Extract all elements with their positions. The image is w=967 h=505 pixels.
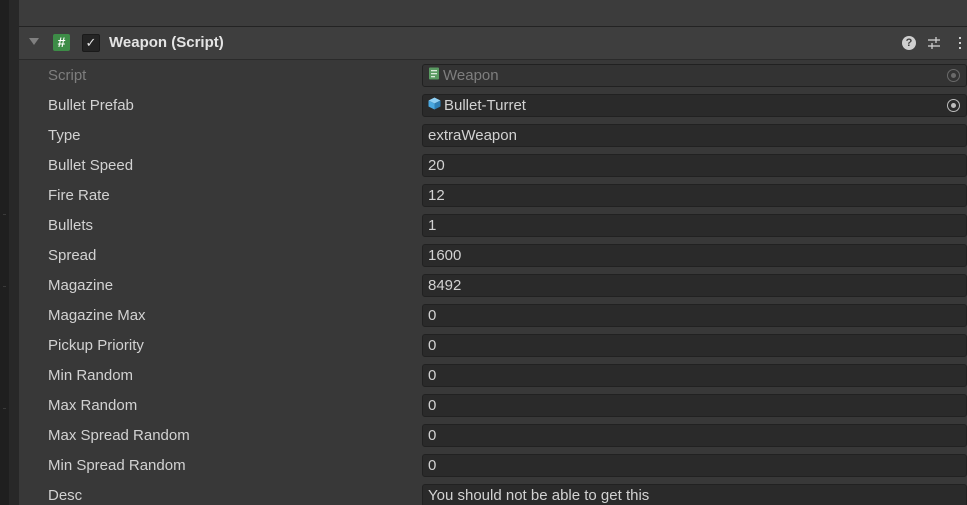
- property-row: Min Random 0: [19, 361, 967, 391]
- preset-icon[interactable]: [927, 36, 941, 50]
- value-field[interactable]: 0: [422, 454, 967, 477]
- property-label: Min Random: [48, 367, 134, 384]
- panel-tick: [3, 408, 6, 409]
- property-value: 0: [428, 307, 437, 324]
- panel-tick: [3, 286, 6, 287]
- property-value: 1: [428, 217, 437, 234]
- script-asset-icon: [428, 65, 440, 86]
- property-label: Fire Rate: [48, 187, 110, 204]
- property-label: Bullet Speed: [48, 157, 134, 174]
- value-field[interactable]: 0: [422, 364, 967, 387]
- property-value: 1600: [428, 247, 462, 264]
- script-icon: #: [53, 34, 70, 51]
- value-field[interactable]: 1600: [422, 244, 967, 267]
- property-row: Bullet Prefab Bullet-Turret: [19, 91, 967, 121]
- property-label: Desc: [48, 487, 83, 504]
- property-row: Pickup Priority 0: [19, 331, 967, 361]
- property-label: Bullets: [48, 217, 94, 234]
- property-value: 0: [428, 367, 437, 384]
- property-value: 8492: [428, 277, 462, 294]
- component-enabled-checkbox[interactable]: ✓: [82, 34, 100, 52]
- header-icons: ?: [902, 34, 967, 52]
- object-picker-icon: [947, 69, 960, 82]
- property-label: Spread: [48, 247, 97, 264]
- left-panel-edge: [0, 0, 9, 505]
- value-field[interactable]: 8492: [422, 274, 967, 297]
- property-row: Max Random 0: [19, 391, 967, 421]
- object-picker-icon[interactable]: [947, 99, 960, 112]
- help-icon[interactable]: ?: [902, 36, 916, 50]
- property-value: Weapon: [443, 67, 499, 84]
- inspector-panel: # ✓ Weapon (Script) ? Script Weapon Bullet…: [19, 27, 967, 505]
- property-label: Max Spread Random: [48, 427, 190, 444]
- property-row: Bullet Speed 20: [19, 151, 967, 181]
- property-label: Magazine Max: [48, 307, 146, 324]
- property-row: Max Spread Random 0: [19, 421, 967, 451]
- context-menu-icon[interactable]: [953, 36, 967, 50]
- property-row: Script Weapon: [19, 61, 967, 91]
- property-value: Bullet-Turret: [444, 97, 526, 114]
- property-value: 12: [428, 187, 445, 204]
- property-value: You should not be able to get this: [428, 487, 650, 504]
- property-value: 0: [428, 337, 437, 354]
- property-value: 0: [428, 397, 437, 414]
- property-label: Magazine: [48, 277, 114, 294]
- object-field[interactable]: Bullet-Turret: [422, 94, 967, 117]
- property-row: Spread 1600: [19, 241, 967, 271]
- property-label: Min Spread Random: [48, 457, 186, 474]
- property-label: Bullet Prefab: [48, 97, 134, 114]
- value-field[interactable]: 12: [422, 184, 967, 207]
- value-field[interactable]: extraWeapon: [422, 124, 967, 147]
- property-row: Fire Rate 12: [19, 181, 967, 211]
- property-label: Pickup Priority: [48, 337, 144, 354]
- property-value: 0: [428, 457, 437, 474]
- previous-component-area: [19, 0, 967, 27]
- property-value: 20: [428, 157, 445, 174]
- property-value: extraWeapon: [428, 127, 517, 144]
- property-row: Desc You should not be able to get this: [19, 481, 967, 505]
- object-field: Weapon: [422, 64, 967, 87]
- property-label: Max Random: [48, 397, 138, 414]
- inspector-margin: [9, 0, 19, 505]
- value-field[interactable]: 0: [422, 334, 967, 357]
- property-list: Script Weapon Bullet Prefab Bullet-Turret Ty…: [19, 61, 967, 505]
- property-row: Magazine 8492: [19, 271, 967, 301]
- value-field[interactable]: 20: [422, 154, 967, 177]
- property-row: Magazine Max 0: [19, 301, 967, 331]
- value-field[interactable]: 0: [422, 394, 967, 417]
- value-field[interactable]: 1: [422, 214, 967, 237]
- foldout-arrow-icon[interactable]: [29, 38, 39, 45]
- value-field[interactable]: You should not be able to get this: [422, 484, 967, 505]
- prefab-icon: [428, 95, 441, 116]
- property-row: Type extraWeapon: [19, 121, 967, 151]
- component-title: Weapon (Script): [109, 34, 224, 51]
- property-row: Bullets 1: [19, 211, 967, 241]
- property-row: Min Spread Random 0: [19, 451, 967, 481]
- property-label: Type: [48, 127, 81, 144]
- panel-tick: [3, 214, 6, 215]
- value-field[interactable]: 0: [422, 304, 967, 327]
- property-value: 0: [428, 427, 437, 444]
- property-label: Script: [48, 67, 87, 84]
- component-header[interactable]: # ✓ Weapon (Script) ?: [19, 27, 967, 60]
- value-field[interactable]: 0: [422, 424, 967, 447]
